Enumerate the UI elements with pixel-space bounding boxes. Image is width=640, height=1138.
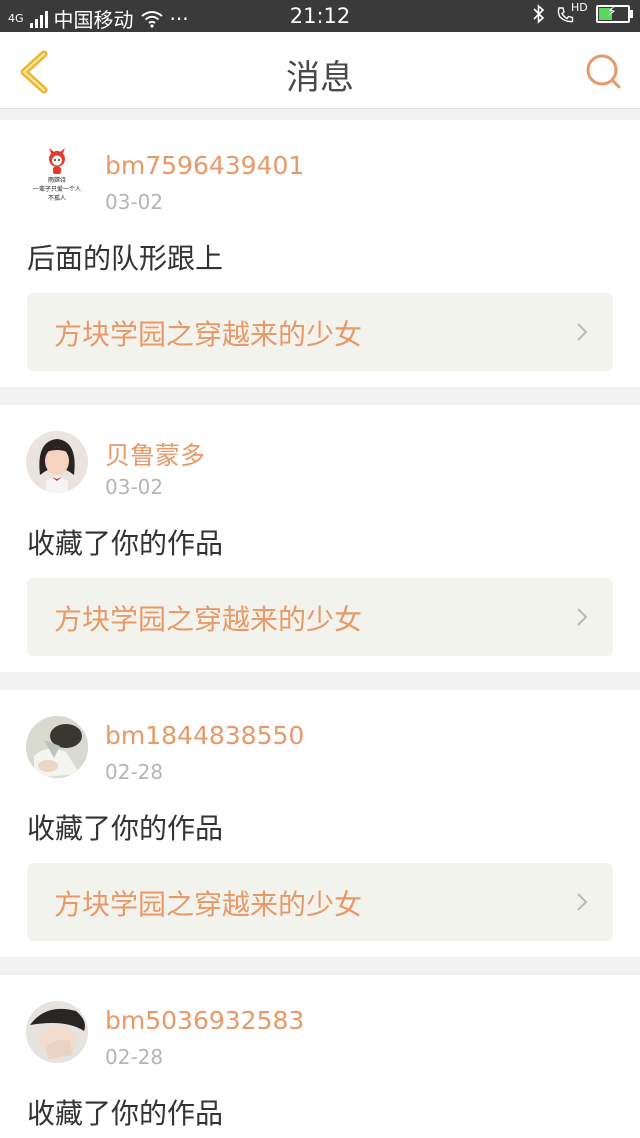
search-icon[interactable] [584,52,624,92]
message-date: 02-28 [105,760,164,784]
chevron-right-icon [577,608,588,626]
username[interactable]: bm5036932583 [105,1006,304,1035]
message-text: 收藏了你的作品 [27,1097,224,1130]
status-bar: 4G 中国移动 ··· 21:12 HD ⚡ [0,0,640,32]
message-card: 贝鲁蒙多 03-02 收藏了你的作品 方块学园之穿越来的少女 [0,405,640,672]
username[interactable]: 贝鲁蒙多 [105,436,205,472]
work-title: 方块学园之穿越来的少女 [54,318,363,351]
work-link[interactable]: 方块学园之穿越来的少女 [27,293,613,371]
chevron-right-icon [577,323,588,341]
message-card: 雨嫦诗 一辈子只爱一个人 不孤人 bm7596439401 03-02 后面的队… [0,120,640,387]
avatar[interactable]: 雨嫦诗 一辈子只爱一个人 不孤人 [26,146,88,208]
username[interactable]: bm1844838550 [105,721,304,750]
bluetooth-icon [533,4,545,24]
nav-bar: 消息 [0,32,640,109]
message-date: 02-28 [105,1045,164,1069]
username[interactable]: bm7596439401 [105,151,304,180]
avatar[interactable] [26,1001,88,1063]
page-title: 消息 [286,58,354,98]
work-title: 方块学园之穿越来的少女 [54,603,363,636]
work-link[interactable]: 方块学园之穿越来的少女 [27,863,613,941]
battery-icon: ⚡ [596,4,633,23]
avatar-caption: 雨嫦诗 一辈子只爱一个人 不孤人 [32,177,81,202]
work-link[interactable]: 方块学园之穿越来的少女 [27,578,613,656]
message-card: bm5036932583 02-28 收藏了你的作品 [0,975,640,1138]
chevron-right-icon [577,893,588,911]
message-date: 03-02 [105,190,164,214]
message-text: 后面的队形跟上 [27,242,224,275]
message-card: bm1844838550 02-28 收藏了你的作品 方块学园之穿越来的少女 [0,690,640,957]
message-text: 收藏了你的作品 [27,527,224,560]
hd-label: HD [571,1,588,14]
avatar[interactable] [26,431,88,493]
hd-call-icon: HD [556,1,588,24]
avatar[interactable] [26,716,88,778]
work-title: 方块学园之穿越来的少女 [54,888,363,921]
message-text: 收藏了你的作品 [27,812,224,845]
message-date: 03-02 [105,475,164,499]
